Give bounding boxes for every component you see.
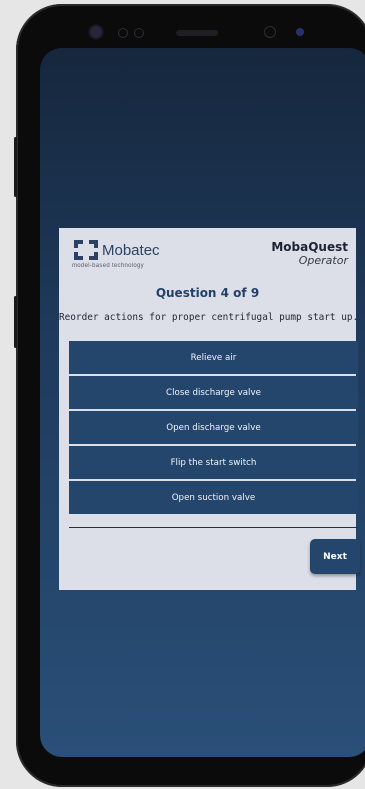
reorder-item[interactable]: Open discharge valve [69,411,358,444]
question-number: Question 4 of 9 [155,286,260,300]
brand-subtitle: Operator [298,254,348,267]
logo-name: Mobatec [102,241,160,259]
speaker-grille [176,30,218,36]
reorder-item[interactable]: Flip the start switch [69,446,358,479]
sensor-icon [264,26,276,38]
next-button[interactable]: Next [310,539,360,574]
sensor-icon [134,28,144,38]
brand-block: MobaQuest Operator [271,240,348,267]
logo-tagline: model-based technology [72,263,144,269]
brand-title: MobaQuest [271,240,348,254]
mobatec-logo-icon [74,240,98,260]
front-camera-icon [90,26,102,38]
reorder-list: Relieve air Close discharge valve Open d… [69,341,358,516]
quiz-card: Mobatec model-based technology MobaQuest… [59,228,360,590]
sensor-icon [118,28,128,38]
phone-screen: Mobatec model-based technology MobaQuest… [40,48,365,757]
side-button-upper [14,137,17,197]
mobatec-logo: Mobatec model-based technology [72,238,160,269]
question-prompt: Reorder actions for proper centrifugal p… [59,312,359,323]
reorder-item[interactable]: Close discharge valve [69,376,358,409]
iris-camera-icon [296,28,304,36]
reorder-item[interactable]: Open suction valve [69,481,358,514]
phone-frame: Mobatec model-based technology MobaQuest… [14,4,365,787]
divider [69,527,358,528]
side-button-lower [14,296,17,348]
phone-top-bar [16,4,365,50]
reorder-item[interactable]: Relieve air [69,341,358,374]
